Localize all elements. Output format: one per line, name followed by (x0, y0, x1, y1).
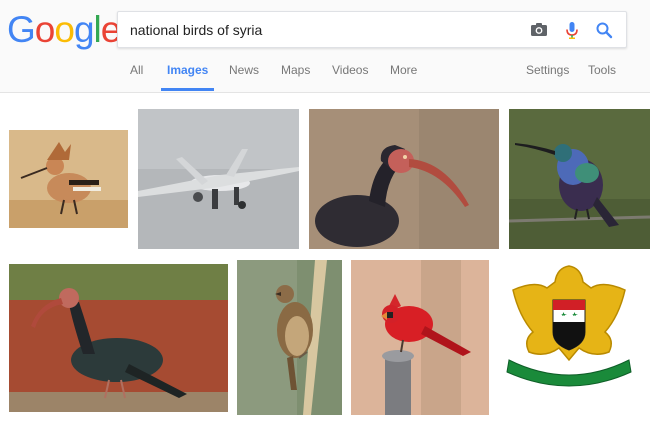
image-results-grid (0, 92, 650, 423)
tab-all[interactable]: All (130, 55, 143, 91)
image-result-hoopoe[interactable] (9, 130, 128, 228)
image-result-coat-of-arms[interactable] (499, 260, 640, 395)
logo-letter: o (34, 9, 56, 50)
tab-settings[interactable]: Settings (526, 55, 569, 91)
header-bar: Google All (0, 0, 650, 93)
tab-maps[interactable]: Maps (281, 55, 310, 91)
image-result-red-cardinal[interactable] (351, 260, 489, 415)
logo-letter: g (73, 9, 95, 50)
camera-icon[interactable] (529, 20, 549, 40)
search-box (117, 11, 627, 48)
search-icon[interactable] (594, 20, 614, 40)
search-input[interactable] (130, 12, 520, 47)
tab-tools[interactable]: Tools (588, 55, 616, 91)
tab-videos[interactable]: Videos (332, 55, 368, 91)
tab-news[interactable]: News (229, 55, 259, 91)
google-logo[interactable]: Google (7, 9, 121, 50)
tab-images[interactable]: Images (161, 55, 215, 91)
image-result-ibis-standing[interactable] (9, 264, 228, 412)
image-result-sunbird[interactable] (509, 109, 650, 249)
image-result-drone[interactable] (138, 109, 299, 249)
logo-letter: l (93, 9, 102, 50)
microphone-icon[interactable] (562, 20, 582, 40)
search-tabs: All Images News Maps Videos More Setting… (0, 55, 650, 91)
image-result-reed-warbler[interactable] (237, 260, 342, 415)
logo-letter: o (54, 9, 75, 50)
image-result-bald-ibis[interactable] (309, 109, 499, 249)
logo-letter: G (7, 9, 36, 50)
tab-more[interactable]: More (390, 55, 417, 91)
